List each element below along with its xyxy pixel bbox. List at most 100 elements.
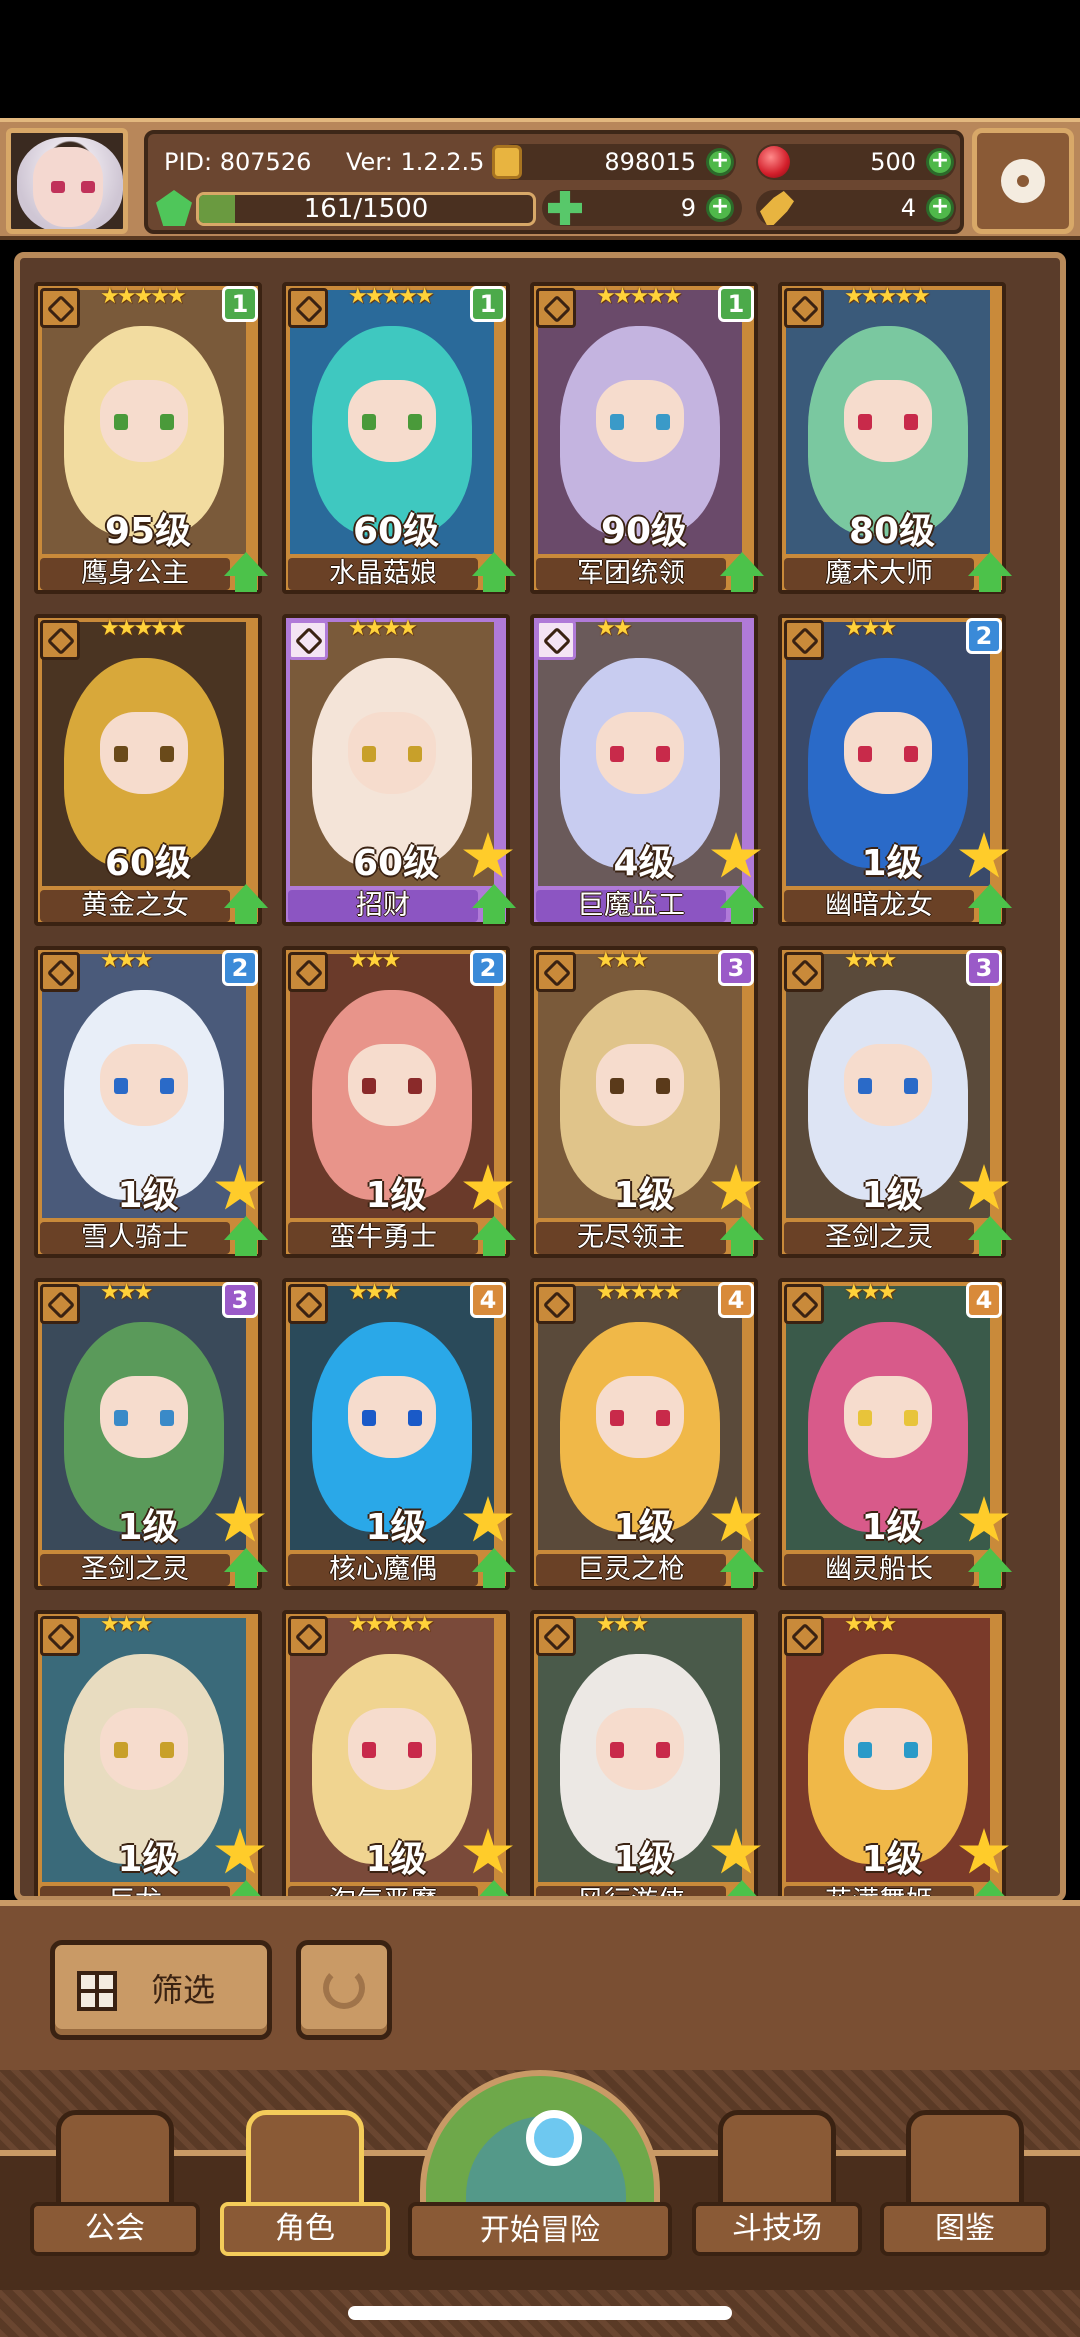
- class-icon: [784, 1616, 824, 1656]
- portrait-eye: [160, 1078, 174, 1094]
- class-symbol: [790, 1622, 820, 1652]
- refresh-button[interactable]: [296, 1940, 392, 2040]
- character-level: 80级: [848, 511, 936, 552]
- class-symbol: [542, 626, 572, 656]
- portrait-eye: [160, 414, 174, 430]
- grid-icon: [77, 1971, 117, 2011]
- character-name: 雪人骑士: [81, 1222, 189, 1253]
- nav-guild[interactable]: 公会: [30, 2110, 200, 2260]
- portrait-eye: [904, 1410, 918, 1426]
- class-symbol: [294, 958, 324, 988]
- character-level: 1级: [117, 1839, 179, 1880]
- character-level: 60级: [352, 511, 440, 552]
- character-name: 核心魔偶: [329, 1554, 437, 1585]
- rank-badge: 4: [966, 1282, 1002, 1318]
- character-card[interactable]: ★★★ 1级 花满舞姬: [778, 1610, 1012, 1896]
- character-card[interactable]: ★★★★★ 1 95级 鹰身公主: [34, 282, 268, 594]
- character-card[interactable]: ★★★★★ 1 60级 水晶菇娘: [282, 282, 516, 594]
- character-card[interactable]: ★★★★★ 60级 黄金之女: [34, 614, 268, 926]
- character-card[interactable]: ★★★★★ 4 1级 巨灵之枪: [530, 1278, 764, 1590]
- character-level: 1级: [117, 1507, 179, 1548]
- gear-icon: [1001, 159, 1045, 203]
- portrait-eye: [656, 1742, 670, 1758]
- class-symbol: [46, 1290, 76, 1320]
- character-name: 鹰身公主: [81, 558, 189, 589]
- filter-bar: 筛选: [0, 1900, 1080, 2070]
- class-icon: [288, 952, 328, 992]
- class-symbol: [46, 294, 76, 324]
- star-rating: ★★: [596, 616, 632, 641]
- character-card[interactable]: ★★★ 1级 风行游侠: [530, 1610, 764, 1896]
- key-plus-button[interactable]: +: [926, 194, 954, 222]
- home-indicator[interactable]: [348, 2306, 732, 2320]
- portrait-eye: [362, 1742, 376, 1758]
- character-card[interactable]: ★★★★★ 1 90级 军团统领: [530, 282, 764, 594]
- class-icon: [784, 1284, 824, 1324]
- character-card[interactable]: ★★★ 3 1级 无尽领主: [530, 946, 764, 1258]
- portrait-eye: [408, 746, 422, 762]
- class-symbol: [542, 958, 572, 988]
- portrait-eye: [114, 746, 128, 762]
- nav-characters[interactable]: 角色: [220, 2110, 390, 2260]
- ruby-icon: [758, 146, 790, 178]
- star-rating: ★★★★★: [348, 1612, 435, 1637]
- star-rating: ★★★: [844, 948, 897, 973]
- book-icon: [906, 2110, 1024, 2210]
- clover-plus-button[interactable]: +: [706, 194, 734, 222]
- nav-codex[interactable]: 图鉴: [880, 2110, 1050, 2260]
- character-card[interactable]: ★★ 4级 巨魔监工: [530, 614, 764, 926]
- star-rating: ★★★★★: [348, 284, 435, 309]
- character-name: 黄金之女: [81, 890, 189, 921]
- portrait-eye: [362, 414, 376, 430]
- character-level: 1级: [861, 843, 923, 884]
- nav-adventure-label: 开始冒险: [408, 2202, 672, 2260]
- portrait-eye: [408, 1742, 422, 1758]
- character-card[interactable]: ★★★ 3 1级 圣剑之灵: [34, 1278, 268, 1590]
- filter-button[interactable]: 筛选: [50, 1940, 272, 2040]
- character-level: 1级: [365, 1507, 427, 1548]
- character-card[interactable]: ★★★★★ 1级 淘气恶魔: [282, 1610, 516, 1896]
- character-card[interactable]: ★★★ 3 1级 圣剑之灵: [778, 946, 1012, 1258]
- portrait-eye: [160, 746, 174, 762]
- star-rating: ★★★: [100, 1612, 153, 1637]
- version-label: Ver: 1.2.2.5: [346, 148, 485, 176]
- character-level: 1级: [861, 1839, 923, 1880]
- character-card[interactable]: ★★★★ 60级 招财: [282, 614, 516, 926]
- character-level: 1级: [613, 1839, 675, 1880]
- class-symbol: [542, 1290, 572, 1320]
- character-card[interactable]: ★★★ 2 1级 幽暗龙女: [778, 614, 1012, 926]
- character-card[interactable]: ★★★★★ 80级 魔术大师: [778, 282, 1012, 594]
- nav-arena[interactable]: 斗技场: [692, 2110, 862, 2260]
- settings-button[interactable]: [972, 128, 1074, 234]
- class-symbol: [294, 1622, 324, 1652]
- class-icon: [536, 288, 576, 328]
- nav-adventure[interactable]: 开始冒险: [408, 2070, 672, 2270]
- character-name: 水晶菇娘: [329, 558, 437, 589]
- exp-text: 161/1500: [303, 194, 429, 224]
- portrait-eye: [858, 414, 872, 430]
- character-card[interactable]: ★★★ 2 1级 蛮牛勇士: [282, 946, 516, 1258]
- ruby-plus-button[interactable]: +: [926, 148, 954, 176]
- portrait-eye: [114, 414, 128, 430]
- character-card[interactable]: ★★★ 4 1级 核心魔偶: [282, 1278, 516, 1590]
- portrait-eye: [904, 1742, 918, 1758]
- gold-plus-button[interactable]: +: [706, 148, 734, 176]
- portrait-eye: [160, 1410, 174, 1426]
- star-rating: ★★★★★: [100, 616, 187, 641]
- character-card[interactable]: ★★★ 1级 巨龙: [34, 1610, 268, 1896]
- guild-house-icon: [56, 2110, 174, 2210]
- portrait-eye: [362, 746, 376, 762]
- portrait-eye: [904, 1078, 918, 1094]
- player-avatar[interactable]: [6, 128, 128, 234]
- class-symbol: [790, 958, 820, 988]
- character-name: 军团统领: [577, 558, 685, 589]
- character-card[interactable]: ★★★ 2 1级 雪人骑士: [34, 946, 268, 1258]
- resource-row-2: 161/1500 9 + 4 +: [156, 186, 956, 230]
- character-card[interactable]: ★★★ 4 1级 幽灵船长: [778, 1278, 1012, 1590]
- class-symbol: [46, 626, 76, 656]
- class-symbol: [790, 294, 820, 324]
- class-symbol: [294, 1290, 324, 1320]
- portrait-eye: [362, 1078, 376, 1094]
- star-rating: ★★★★★: [100, 284, 187, 309]
- character-grid-panel[interactable]: ★★★★★ 1 95级 鹰身公主 ★★★★★ 1 60级 水晶菇娘 ★★★★★ …: [14, 252, 1066, 1902]
